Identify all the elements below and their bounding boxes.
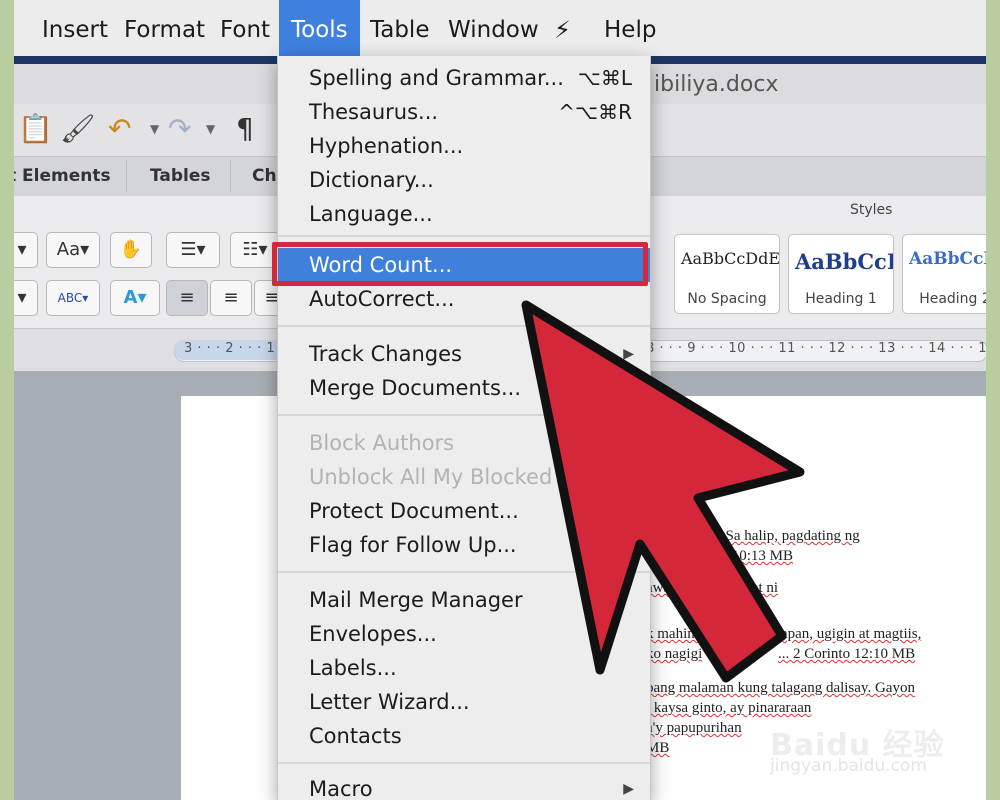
style-no-spacing[interactable]: AaBbCcDdEe No Spacing <box>674 234 780 314</box>
doc-text-line: a'y papupurihan <box>646 720 742 736</box>
menu-item-label: Thesaurus... <box>309 100 439 124</box>
menu-item-track-changes[interactable]: Track Changes ▶ <box>278 337 650 371</box>
tab-tables[interactable]: Tables <box>150 158 211 194</box>
app-frame: Insert Format Font Tools Table Window ⚡ … <box>14 0 986 800</box>
menu-item-thesaurus[interactable]: Thesaurus... ^⌥⌘R <box>278 95 650 129</box>
menu-item-labels[interactable]: Labels... <box>278 651 650 685</box>
doc-text-line: rapan, ugigin at magtiis, <box>776 626 922 642</box>
menu-item-shortcut: ^⌥⌘R <box>558 100 632 124</box>
submenu-arrow-icon: ▶ <box>623 781 634 797</box>
align-center-icon[interactable]: ≡ <box>210 280 252 316</box>
menu-item-merge-documents[interactable]: Merge Documents... <box>278 371 650 405</box>
style-name-label: Heading 2 <box>919 291 986 307</box>
menu-item-mail-merge-manager[interactable]: Mail Merge Manager <box>278 583 650 617</box>
menu-item-envelopes[interactable]: Envelopes... <box>278 617 650 651</box>
menu-item-label: Track Changes <box>309 342 462 366</box>
format-painter-icon[interactable]: 🖌 <box>60 112 96 145</box>
tab-separator <box>126 160 127 192</box>
style-heading-1[interactable]: AaBbCcDd Heading 1 <box>788 234 894 314</box>
menu-item-label: Macro <box>309 777 373 800</box>
font-size-dropdown[interactable]: ▾ <box>14 232 38 268</box>
menu-item-macro[interactable]: Macro ▶ <box>278 772 650 800</box>
ruler-left-ticks: 3 · · · 2 · · · 1 <box>184 341 276 356</box>
text-highlight-icon[interactable]: ABC▾ <box>46 280 100 316</box>
script-menu-icon[interactable]: ⚡ <box>542 0 583 56</box>
menu-item-spelling-grammar[interactable]: Spelling and Grammar... ⌥⌘L <box>278 61 650 95</box>
menu-window[interactable]: Window <box>436 0 551 56</box>
styles-group-label: Styles <box>850 202 893 218</box>
menu-item-letter-wizard[interactable]: Letter Wizard... <box>278 685 650 719</box>
menu-font[interactable]: Font <box>208 0 282 56</box>
menu-separator <box>278 325 650 327</box>
doc-text-line: ... 2 Corinto 12:10 MB <box>778 646 916 662</box>
menu-item-shortcut: ⌥⌘L <box>577 66 632 90</box>
redo-dropdown-icon[interactable]: ▼ <box>206 122 215 136</box>
redo-icon[interactable]: ↷ <box>168 112 191 145</box>
menu-separator <box>278 235 650 237</box>
menu-table[interactable]: Table <box>358 0 441 56</box>
doc-text-line: t kaysa ginto, ay pinararaan <box>646 700 812 716</box>
align-left-icon[interactable]: ≡ <box>166 280 208 316</box>
doc-text-line: pang malaman kung talagang dalisay. Gayo… <box>646 680 915 696</box>
menu-item-label: Spelling and Grammar... <box>309 66 564 90</box>
doc-text-line: " ... 1 Corinto 10:13 MB <box>646 548 793 564</box>
watermark-url: jingyan.baidu.com <box>770 756 927 776</box>
menu-item-protect-document[interactable]: Protect Document... <box>278 494 650 528</box>
style-name-label: Heading 1 <box>805 291 877 307</box>
menu-insert[interactable]: Insert <box>30 0 120 56</box>
style-sample-text: AaBbCcDd <box>909 249 986 269</box>
tab-separator <box>230 160 231 192</box>
menu-item-contacts[interactable]: Contacts <box>278 719 650 753</box>
change-case-button[interactable]: Aa▾ <box>46 232 100 268</box>
menu-item-unblock-all: Unblock All My Blocked A <box>309 465 574 489</box>
ruler-right-ticks: 8 · · · 9 · · · 10 · · · 11 · · · 12 · ·… <box>646 341 986 356</box>
text-effects-icon[interactable]: A▾ <box>110 280 160 316</box>
undo-dropdown-icon[interactable]: ▼ <box>150 122 159 136</box>
document-title: ibiliya.docx <box>654 72 779 97</box>
menu-item-flag-follow-up[interactable]: Flag for Follow Up... <box>278 528 650 562</box>
menu-item-language[interactable]: Language... <box>278 197 650 231</box>
doc-text-line: ko nagigi <box>646 646 703 662</box>
tools-menu: Spelling and Grammar... ⌥⌘L Thesaurus...… <box>277 56 651 800</box>
menu-help[interactable]: Help <box>592 0 668 56</box>
menu-separator <box>278 414 650 416</box>
style-name-label: No Spacing <box>687 291 767 307</box>
style-sample-text: AaBbCcDdEe <box>681 249 780 268</box>
menu-item-autocorrect[interactable]: AutoCorrect... <box>278 282 650 316</box>
highlight-dropdown[interactable]: ▾ <box>14 280 38 316</box>
doc-text-line: awag kang matakot ni <box>646 580 779 596</box>
style-heading-2[interactable]: AaBbCcDd Heading 2 <box>902 234 986 314</box>
doc-text-line: k mahinan <box>646 626 709 642</box>
submenu-arrow-icon: ▶ <box>623 346 634 362</box>
menu-item-hyphenation[interactable]: Hyphenation... <box>278 129 650 163</box>
paste-icon[interactable]: 📋 <box>18 112 53 145</box>
word-count-callout-box <box>272 242 648 286</box>
menu-tools[interactable]: Tools <box>279 0 360 56</box>
pilcrow-icon[interactable]: ¶ <box>236 112 254 145</box>
style-sample-text: AaBbCcDd <box>795 249 893 274</box>
menu-separator <box>278 762 650 764</box>
bullets-icon[interactable]: ☰▾ <box>166 232 220 268</box>
doc-text-line: g makakaya. Sa halip, pagdating ng <box>646 528 860 544</box>
menu-separator <box>278 571 650 573</box>
menu-item-dictionary[interactable]: Dictionary... <box>278 163 650 197</box>
menu-format[interactable]: Format <box>112 0 217 56</box>
clear-formatting-icon[interactable]: ✋ <box>110 232 152 268</box>
undo-icon[interactable]: ↶ <box>108 112 131 145</box>
menu-item-block-authors: Block Authors <box>309 431 455 455</box>
tab-document-elements[interactable]: t Elements <box>14 158 111 194</box>
